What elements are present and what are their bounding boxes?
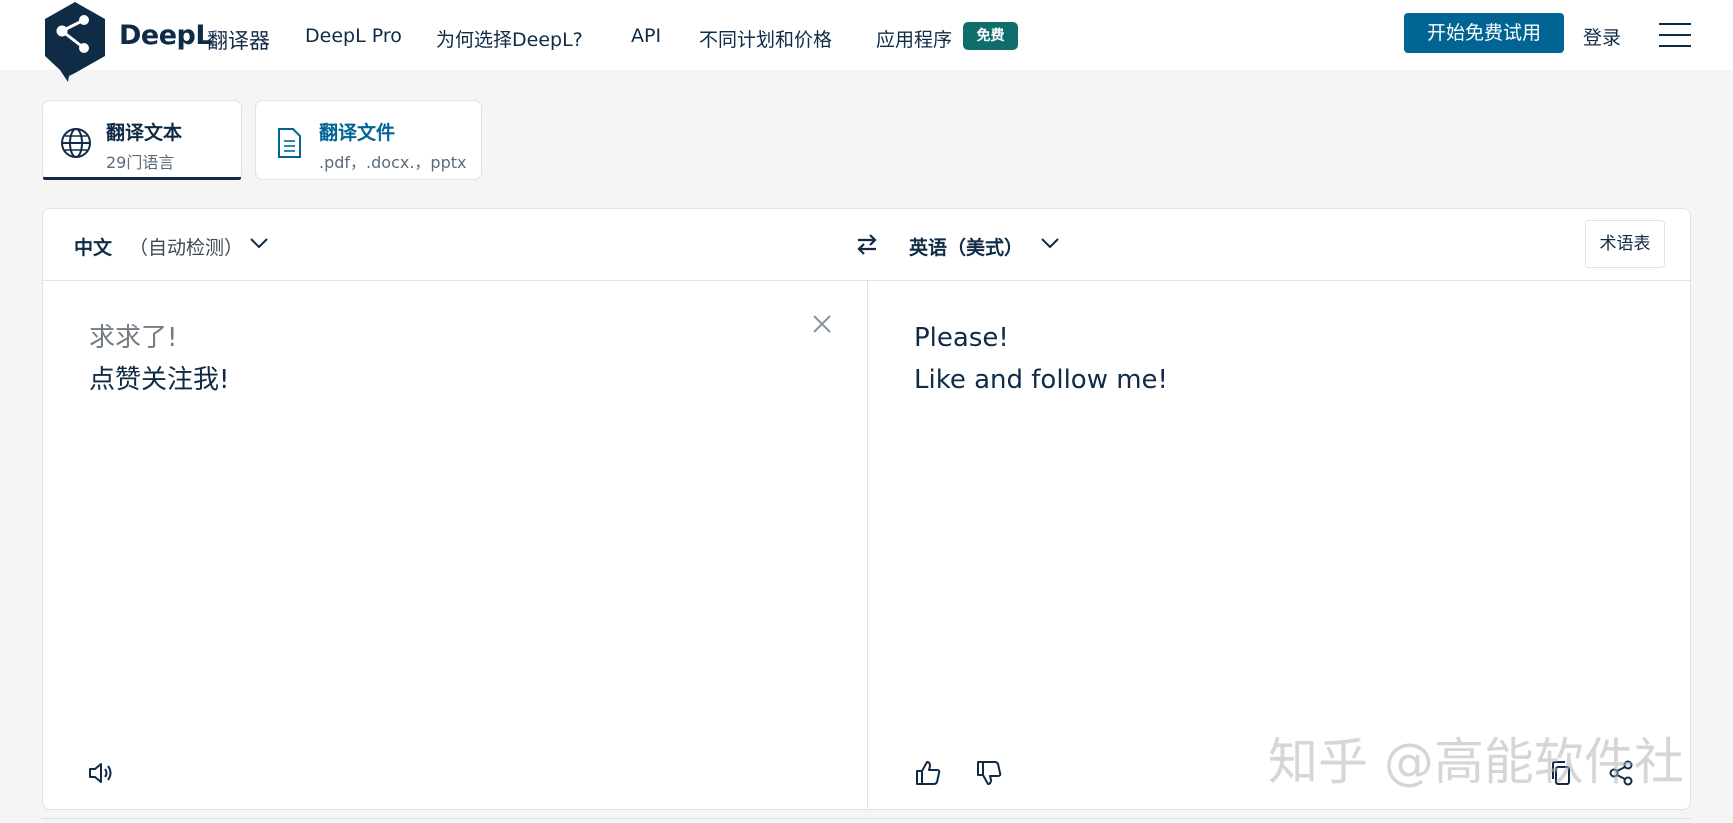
swap-languages-icon[interactable] bbox=[855, 232, 879, 256]
language-bar: 中文 （自动检测） 英语（美式） 术语表 bbox=[43, 209, 1690, 281]
zhihu-watermark: 知乎 @高能软件社 bbox=[1268, 733, 1684, 791]
target-language[interactable]: 英语（美式） bbox=[909, 233, 1023, 260]
nav-pricing[interactable]: 不同计划和价格 bbox=[699, 25, 832, 52]
translator-panel: 中文 （自动检测） 英语（美式） 术语表 求求了! 点赞关注我! Please!… bbox=[42, 208, 1691, 810]
source-line: 求求了! bbox=[89, 323, 178, 353]
brand-name[interactable]: DeepL bbox=[119, 20, 213, 51]
clear-text-icon[interactable] bbox=[811, 313, 833, 335]
deepl-logo-icon[interactable] bbox=[42, 0, 108, 82]
source-language[interactable]: 中文 bbox=[74, 233, 112, 260]
nav-api[interactable]: API bbox=[631, 25, 661, 47]
glossary-button[interactable]: 术语表 bbox=[1585, 220, 1665, 268]
tab-translate-text[interactable]: 翻译文本 29门语言 bbox=[42, 100, 242, 180]
tab-title: 翻译文件 bbox=[319, 122, 396, 144]
hamburger-menu-icon[interactable] bbox=[1659, 23, 1691, 47]
thumbs-up-icon[interactable] bbox=[914, 759, 942, 787]
target-line: Like and follow me! bbox=[914, 365, 1168, 395]
top-header: DeepL 翻译器 DeepL Pro 为何选择DeepL? API 不同计划和… bbox=[0, 0, 1733, 82]
tab-subtitle: .pdf，.docx.，pptx bbox=[319, 153, 467, 172]
target-line: Please! bbox=[914, 323, 1009, 353]
globe-icon bbox=[61, 128, 91, 158]
thumbs-down-icon[interactable] bbox=[975, 759, 1003, 787]
chevron-down-icon[interactable] bbox=[249, 236, 269, 250]
next-panel-edge bbox=[42, 818, 1691, 823]
nav-apps[interactable]: 应用程序 bbox=[876, 25, 952, 52]
tab-title: 翻译文本 bbox=[106, 122, 183, 144]
chevron-down-icon[interactable] bbox=[1040, 236, 1060, 250]
auto-detect-label[interactable]: （自动检测） bbox=[129, 233, 243, 260]
login-link[interactable]: 登录 bbox=[1583, 23, 1621, 50]
nav-why-deepl[interactable]: 为何选择DeepL? bbox=[436, 25, 583, 52]
free-badge: 免费 bbox=[963, 22, 1018, 50]
speaker-icon[interactable] bbox=[86, 759, 114, 787]
panel-divider bbox=[867, 280, 868, 810]
nav-deepl-pro[interactable]: DeepL Pro bbox=[305, 25, 402, 47]
tab-subtitle: 29门语言 bbox=[106, 153, 175, 172]
tab-translate-files[interactable]: 翻译文件 .pdf，.docx.，pptx bbox=[255, 100, 482, 180]
active-tab-indicator bbox=[43, 177, 241, 180]
brand-subtitle[interactable]: 翻译器 bbox=[207, 25, 270, 55]
start-free-trial-button[interactable]: 开始免费试用 bbox=[1404, 13, 1564, 53]
source-line: 点赞关注我! bbox=[89, 365, 230, 395]
translation-output: Please! Like and follow me! bbox=[914, 317, 1168, 401]
document-icon bbox=[278, 128, 301, 158]
source-text-input[interactable]: 求求了! 点赞关注我! bbox=[89, 317, 229, 401]
